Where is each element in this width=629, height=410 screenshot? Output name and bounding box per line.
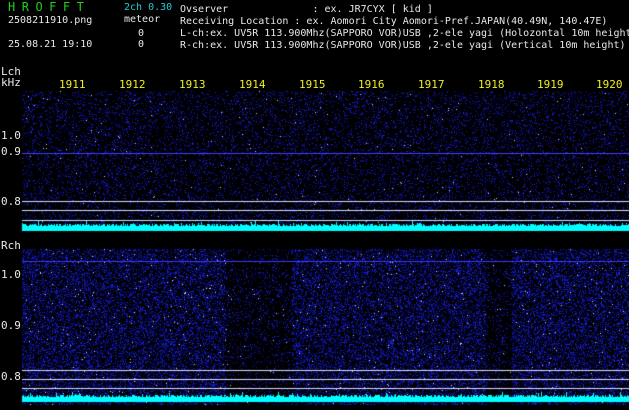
lch-unit-label: kHz xyxy=(1,76,21,89)
lch-spectrogram-panel: Lch kHz 1.0 0.9 0.8 1911 1912 1913 1914 … xyxy=(0,63,629,235)
time-tick: 1919 xyxy=(537,78,564,91)
rch-spectrogram-panel: Rch 1.0 0.9 0.8 xyxy=(0,237,629,410)
time-tick: 1913 xyxy=(179,78,206,91)
time-tick: 1912 xyxy=(119,78,146,91)
version-label: 2ch 0.30 xyxy=(124,2,173,13)
rch-label: Rch xyxy=(1,239,21,252)
observer-line: Ovserver : ex. JR7CYX [ kid ] xyxy=(180,4,433,15)
rch-spectrogram xyxy=(0,237,629,410)
filename: 2508211910.png xyxy=(8,15,93,26)
location-line: Receiving Location : ex. Aomori City Aom… xyxy=(180,16,608,27)
time-tick: 1916 xyxy=(358,78,385,91)
time-tick: 1920 xyxy=(596,78,623,91)
mode-label: meteor xyxy=(124,14,161,25)
lch-ytick-3: 0.8 xyxy=(1,195,21,208)
rch-ytick-3: 0.8 xyxy=(1,370,21,383)
rch-ytick-1: 1.0 xyxy=(1,268,21,281)
rch-count: 0 xyxy=(138,39,145,50)
lch-ytick-2: 0.9 xyxy=(1,145,21,158)
rch-ytick-2: 0.9 xyxy=(1,319,21,332)
rch-info-line: R-ch:ex. UV5R 113.900Mhz(SAPPORO VOR)USB… xyxy=(180,40,626,51)
time-tick: 1918 xyxy=(478,78,505,91)
time-tick: 1915 xyxy=(299,78,326,91)
datetime: 25.08.21 19:10 xyxy=(8,39,93,50)
time-tick: 1911 xyxy=(59,78,86,91)
lch-ytick-1: 1.0 xyxy=(1,129,21,142)
app-brand: HROFFT xyxy=(8,0,91,14)
time-tick: 1917 xyxy=(418,78,445,91)
time-tick: 1914 xyxy=(239,78,266,91)
lch-info-line: L-ch:ex. UV5R 113.900Mhz(SAPPORO VOR)USB… xyxy=(180,28,629,39)
